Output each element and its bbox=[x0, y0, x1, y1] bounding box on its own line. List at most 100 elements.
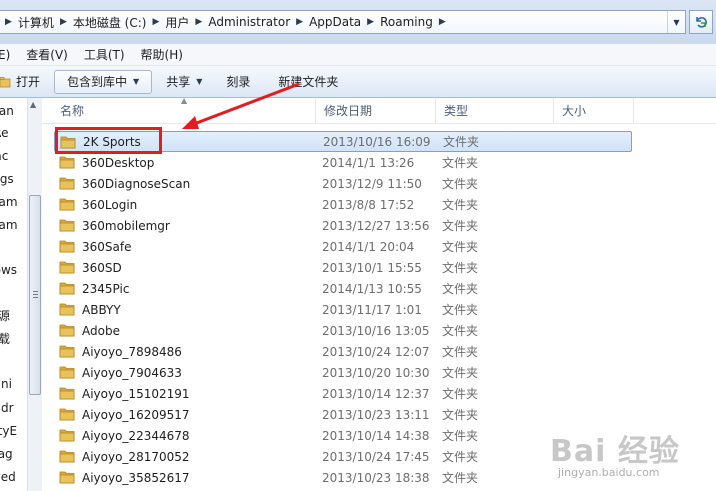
address-bar[interactable]: ▶ 计算机 ▶ 本地磁盘 (C:) ▶ 用户 ▶ Administrator ▶… bbox=[0, 10, 686, 34]
breadcrumb-roaming[interactable]: Roaming bbox=[379, 15, 434, 29]
nav-item[interactable]: Cac bbox=[0, 145, 8, 167]
file-name: Aiyoyo_15102191 bbox=[82, 386, 190, 401]
file-name: 2345Pic bbox=[82, 281, 130, 296]
breadcrumb-local-disk[interactable]: 本地磁盘 (C:) bbox=[72, 14, 148, 31]
nav-item[interactable]: 资源 bbox=[0, 305, 10, 327]
folder-icon bbox=[59, 324, 75, 337]
file-name: Aiyoyo_22344678 bbox=[82, 428, 190, 443]
file-row[interactable]: 360mobilemgr 2013/12/27 13:56 文件夹 bbox=[54, 215, 632, 236]
breadcrumb-separator-icon[interactable]: ▶ bbox=[147, 17, 164, 27]
nav-item[interactable]: mi bbox=[0, 282, 1, 304]
burn-button[interactable]: 刻录 bbox=[218, 70, 258, 94]
include-library-label: 包含到库中 bbox=[67, 75, 128, 89]
include-in-library-button[interactable]: 包含到库中 ▼ bbox=[54, 69, 153, 94]
nav-item[interactable]: gram bbox=[0, 191, 18, 213]
file-name: ABBYY bbox=[82, 302, 121, 317]
file-row[interactable]: 360Login 2013/8/8 17:52 文件夹 bbox=[54, 194, 632, 215]
grip-icon bbox=[33, 291, 38, 298]
nav-item[interactable]: andr bbox=[0, 397, 14, 419]
file-date-modified: 2013/10/24 12:07 bbox=[322, 344, 430, 359]
nav-item[interactable]: nyed bbox=[0, 466, 16, 488]
open-button[interactable]: 打开 bbox=[0, 70, 48, 94]
address-bar-region: ▶ 计算机 ▶ 本地磁盘 (C:) ▶ 用户 ▶ Administrator ▶… bbox=[0, 0, 716, 44]
breadcrumb-separator-icon[interactable]: ▶ bbox=[291, 17, 308, 27]
scrollbar-thumb[interactable] bbox=[29, 195, 41, 395]
file-row[interactable]: Aiyoyo_7898486 2013/10/24 12:07 文件夹 bbox=[54, 341, 632, 362]
nav-item[interactable]: gram bbox=[0, 214, 18, 236]
file-name: 360Login bbox=[82, 197, 138, 212]
file-row[interactable]: Aiyoyo_16209517 2013/10/23 13:11 文件夹 bbox=[54, 404, 632, 425]
share-label: 共享 bbox=[166, 75, 191, 89]
navigation-scrollbar[interactable]: ▲ bbox=[27, 98, 42, 491]
share-button[interactable]: 共享 ▼ bbox=[158, 70, 210, 94]
file-name: Adobe bbox=[82, 323, 120, 338]
file-name: Aiyoyo_16209517 bbox=[82, 407, 190, 422]
file-row[interactable]: Aiyoyo_35852617 2013/10/23 18:38 文件夹 bbox=[54, 467, 632, 488]
breadcrumb-separator-icon[interactable]: ▶ bbox=[362, 17, 379, 27]
file-row[interactable]: Aiyoyo_7904633 2013/10/20 10:30 文件夹 bbox=[54, 362, 632, 383]
file-name: 360Desktop bbox=[82, 155, 155, 170]
file-name: Aiyoyo_7904633 bbox=[82, 365, 182, 380]
breadcrumb-users[interactable]: 用户 bbox=[164, 14, 190, 31]
file-type: 文件夹 bbox=[442, 156, 479, 170]
breadcrumb-administrator[interactable]: Administrator bbox=[207, 15, 291, 29]
breadcrumb-separator-icon[interactable]: ▶ bbox=[434, 17, 451, 27]
file-row[interactable]: Aiyoyo_22344678 2013/10/14 14:38 文件夹 bbox=[54, 425, 632, 446]
new-folder-button[interactable]: 新建文件夹 bbox=[270, 70, 346, 94]
folder-icon bbox=[59, 282, 75, 295]
refresh-button[interactable] bbox=[689, 10, 713, 34]
column-name[interactable]: 名称 bbox=[52, 98, 316, 124]
file-row[interactable]: Adobe 2013/10/16 13:05 文件夹 bbox=[54, 320, 632, 341]
file-row[interactable]: Aiyoyo_15102191 2013/10/14 12:37 文件夹 bbox=[54, 383, 632, 404]
folder-icon bbox=[59, 345, 75, 358]
file-date-modified: 2013/10/14 14:38 bbox=[322, 428, 430, 443]
nav-item[interactable]: CityE bbox=[0, 420, 17, 442]
breadcrumb-separator-icon[interactable]: ▶ bbox=[55, 17, 72, 27]
file-row[interactable]: 2345Pic 2014/1/13 10:55 文件夹 bbox=[54, 278, 632, 299]
menu-edit[interactable]: E) bbox=[0, 48, 18, 62]
file-row[interactable]: Aiyoyo_28170052 2013/10/24 17:45 文件夹 bbox=[54, 446, 632, 467]
file-date-modified: 2013/12/27 13:56 bbox=[322, 218, 430, 233]
file-row[interactable]: 360Safe 2014/1/1 20:04 文件夹 bbox=[54, 236, 632, 257]
breadcrumb-appdata[interactable]: AppData bbox=[308, 15, 362, 29]
file-date-modified: 2013/10/23 13:11 bbox=[322, 407, 430, 422]
file-type: 文件夹 bbox=[442, 387, 479, 401]
file-type: 文件夹 bbox=[442, 303, 479, 317]
nav-item[interactable]: dows bbox=[0, 259, 17, 281]
column-type[interactable]: 类型 bbox=[436, 98, 554, 124]
column-date-modified[interactable]: 修改日期 bbox=[316, 98, 436, 124]
address-history-dropdown[interactable]: ▼ bbox=[667, 11, 685, 33]
file-row[interactable]: ABBYY 2013/11/17 1:01 文件夹 bbox=[54, 299, 632, 320]
folder-icon bbox=[59, 408, 75, 421]
menu-tools[interactable]: 工具(T) bbox=[76, 46, 133, 63]
scroll-up-arrow-icon[interactable]: ▲ bbox=[30, 100, 36, 109]
menu-view[interactable]: 查看(V) bbox=[18, 46, 76, 63]
breadcrumb-separator-icon[interactable]: ▶ bbox=[0, 17, 17, 27]
file-date-modified: 2013/8/8 17:52 bbox=[322, 197, 415, 212]
folder-icon bbox=[59, 450, 75, 463]
file-row[interactable]: 360SD 2013/10/1 15:55 文件夹 bbox=[54, 257, 632, 278]
column-size[interactable]: 大小 bbox=[554, 98, 634, 124]
breadcrumb-separator-icon[interactable]: ▶ bbox=[190, 17, 207, 27]
file-type: 文件夹 bbox=[442, 429, 479, 443]
nav-item[interactable]: Logs bbox=[0, 168, 14, 190]
file-date-modified: 2013/10/1 15:55 bbox=[322, 260, 422, 275]
nav-item[interactable]: 下载 bbox=[0, 328, 10, 350]
file-row[interactable]: 360Desktop 2014/1/1 13:26 文件夹 bbox=[54, 152, 632, 173]
nav-item[interactable]: scan bbox=[0, 100, 14, 122]
chevron-down-icon: ▼ bbox=[196, 77, 203, 86]
breadcrumb-computer[interactable]: 计算机 bbox=[17, 14, 55, 31]
folder-icon bbox=[59, 198, 75, 211]
nav-item[interactable]: mag bbox=[0, 443, 13, 465]
nav-item[interactable]: mini bbox=[0, 373, 12, 395]
menu-help[interactable]: 帮助(H) bbox=[133, 46, 191, 63]
menu-bar: E) 查看(V) 工具(T) 帮助(H) bbox=[0, 44, 716, 66]
file-type: 文件夹 bbox=[442, 450, 479, 464]
folder-icon bbox=[59, 471, 75, 484]
nav-item[interactable]: eRe bbox=[0, 122, 9, 144]
folder-icon bbox=[59, 240, 75, 253]
file-type: 文件夹 bbox=[442, 219, 479, 233]
column-header-row: ▲ 名称 修改日期 类型 大小 bbox=[42, 96, 716, 124]
folder-icon bbox=[59, 177, 75, 190]
file-row[interactable]: 360DiagnoseScan 2013/12/9 11:50 文件夹 bbox=[54, 173, 632, 194]
